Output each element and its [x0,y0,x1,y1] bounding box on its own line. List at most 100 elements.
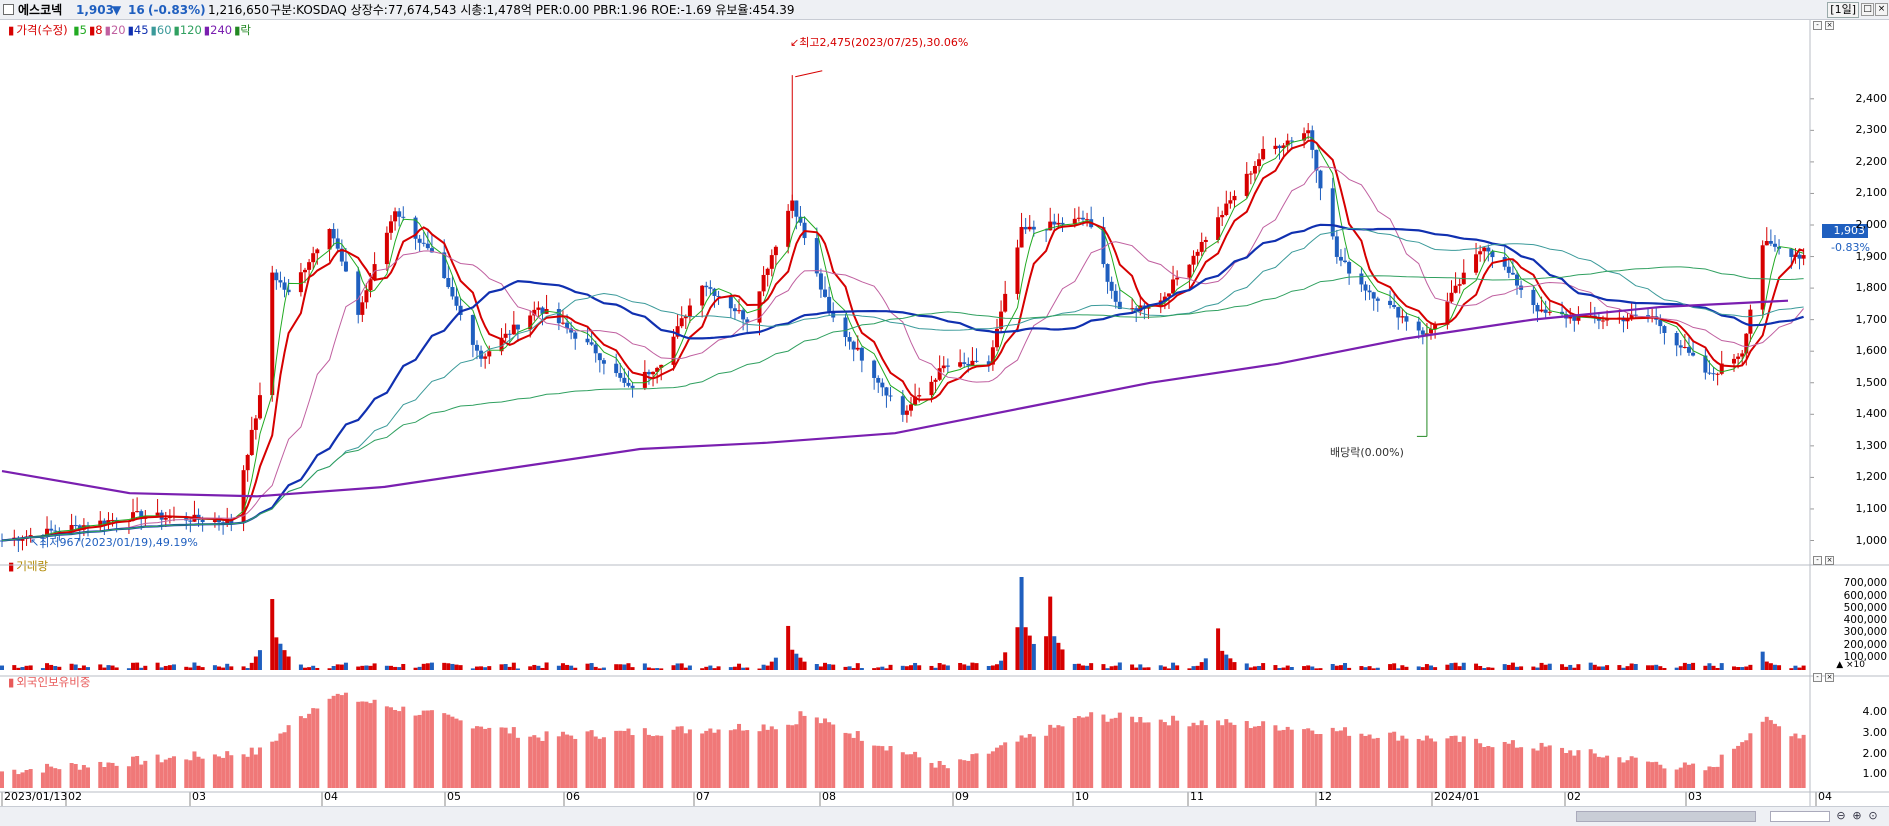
volume-bar [1772,664,1777,670]
foreign-bar [0,771,4,788]
pane-minimize-icon[interactable]: - [1813,21,1822,30]
foreign-bar [859,740,864,788]
volume-bar [229,666,234,670]
candle-body [573,332,578,339]
volume-bar [470,668,475,670]
foreign-bar [503,727,508,788]
pane-close-icon[interactable]: × [1825,21,1834,30]
volume-bar [1248,667,1253,670]
foreign-bar [511,727,516,788]
foreign-bar [40,772,45,788]
minimize-icon[interactable]: □ [1861,3,1874,16]
foreign-bar [1175,720,1180,788]
foreign-bar [1506,743,1511,788]
volume-bar [704,666,709,670]
price-tick-label: 2,400 [1855,91,1888,105]
foreign-bar [913,751,918,788]
foreign-bar [446,714,451,788]
volume-bar [655,668,660,670]
zoom-reset-icon[interactable]: ⊙ [1866,809,1880,823]
volume-bar [626,663,631,670]
foreign-bar [114,765,119,788]
foreign-bar [1334,731,1339,788]
volume-bar [24,665,29,670]
candle-body [1686,347,1691,353]
volume-bar [1797,667,1802,670]
volume-bar [503,664,508,670]
candle-body [1199,241,1204,252]
foreign-bar [929,762,934,788]
candle-body [421,242,426,244]
volume-bar [823,662,828,670]
stock-name[interactable]: 에스코넥 [18,0,62,20]
foreign-bar [1252,726,1257,788]
volume-unit-label: ▲ ×10 [1836,660,1865,670]
pane-minimize-icon[interactable]: - [1813,556,1822,565]
foreign-bar [1367,734,1372,788]
foreign-bar [1543,746,1548,788]
volume-bar [1482,668,1487,670]
pane-close-icon[interactable]: × [1825,673,1834,682]
volume-bar [1416,666,1421,670]
foreign-tick-label: 1.00 [1862,767,1888,781]
zoom-in-icon[interactable]: ⊕ [1850,809,1864,823]
candle-body [1289,140,1294,142]
foreign-bar [1113,717,1118,788]
foreign-bar [945,768,950,788]
volume-bar [1187,668,1192,670]
foreign-bar [716,729,721,788]
volume-bar [139,667,144,670]
volume-bar [1633,663,1638,670]
date-tick-label: 2023/01/13 [4,790,68,803]
foreign-bar [77,769,82,788]
volume-bar [1166,668,1171,670]
foreign-bar [1760,721,1765,788]
foreign-bar [1535,750,1540,788]
candle-body [1343,260,1348,263]
period-slider[interactable] [1770,811,1830,822]
candle-body [765,268,770,275]
candle-body [651,371,656,375]
chart-scrollbar[interactable] [1576,811,1756,822]
period-button[interactable]: [1일] [1827,2,1859,18]
foreign-bar [274,740,279,788]
volume-bar [904,666,909,670]
price-tick-label: 1,300 [1855,438,1888,452]
foreign-bar [1793,733,1798,788]
foreign-bar [675,726,680,788]
pane-close-icon[interactable]: × [1825,556,1834,565]
candle-body [1224,203,1229,216]
candle-body [1318,170,1323,189]
candle-body [1359,273,1364,285]
candle-body [1674,332,1679,346]
volume-bar [913,662,918,670]
foreign-bar [646,734,651,788]
volume-bar [1506,664,1511,670]
stock-chart[interactable] [0,20,1889,806]
candle-body [470,314,475,345]
dividend-label: 배당락(0.00%) [1330,446,1404,459]
pane-minimize-icon[interactable]: - [1813,673,1822,682]
volume-bar [1228,658,1233,670]
volume-bar [442,662,447,670]
volume-bar [859,668,864,670]
volume-bar [1142,667,1147,670]
volume-bar [1502,664,1507,670]
candle-body [257,395,262,419]
foreign-bar [937,760,942,788]
volume-bar [274,637,279,670]
select-checkbox[interactable] [3,4,14,15]
foreign-bar [331,695,336,788]
foreign-bar [933,767,938,788]
volume-bar [1605,665,1610,670]
volume-bar [217,666,222,670]
candle-body [1764,241,1769,246]
volume-bar [1740,667,1745,670]
foreign-bar [1138,716,1143,788]
candle-body [769,255,774,269]
zoom-out-icon[interactable]: ⊖ [1834,809,1848,823]
date-tick-label: 05 [447,790,461,803]
date-tick-label: 06 [566,790,580,803]
close-icon[interactable]: × [1875,3,1888,16]
foreign-bar [1539,742,1544,788]
